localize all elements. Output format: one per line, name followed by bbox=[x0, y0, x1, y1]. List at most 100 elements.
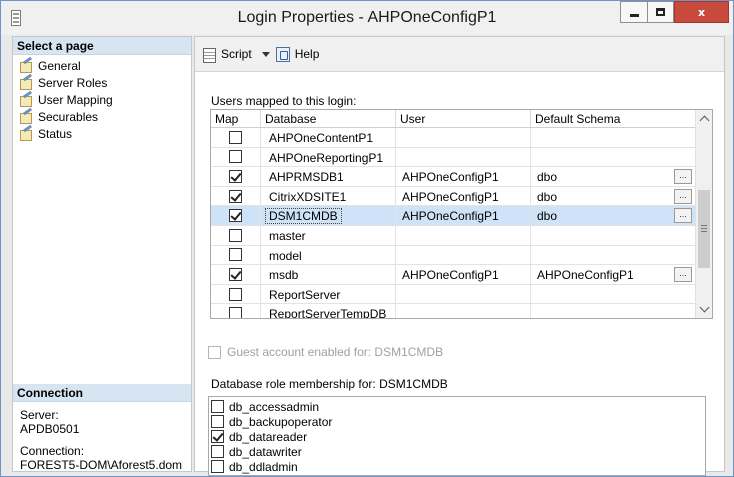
minimize-button[interactable] bbox=[620, 1, 647, 23]
database-cell[interactable]: AHPOneContentP1 bbox=[261, 128, 396, 147]
default-schema-cell[interactable] bbox=[531, 128, 696, 147]
role-checkbox[interactable] bbox=[211, 460, 224, 473]
page-item-status[interactable]: Status bbox=[13, 125, 191, 142]
maximize-button[interactable] bbox=[647, 1, 674, 23]
database-cell[interactable]: model bbox=[261, 245, 396, 265]
close-icon: x bbox=[697, 5, 706, 19]
role-item[interactable]: db_datareader bbox=[209, 429, 705, 444]
role-item[interactable]: db_datawriter bbox=[209, 444, 705, 459]
script-button[interactable]: Script bbox=[202, 47, 252, 63]
login-properties-window: Login Properties - AHPOneConfigP1 x Sele… bbox=[0, 0, 734, 477]
select-page-header: Select a page bbox=[13, 37, 191, 55]
connection-details: Server: APDB0501 Connection: FOREST5-DOM… bbox=[13, 402, 191, 472]
table-row[interactable]: AHPRMSDB1 AHPOneConfigP1 dbo... bbox=[211, 167, 696, 187]
column-header-user[interactable]: User bbox=[396, 110, 531, 127]
map-checkbox[interactable] bbox=[229, 130, 242, 144]
scroll-down-button[interactable] bbox=[696, 301, 712, 318]
script-dropdown-icon[interactable] bbox=[261, 51, 270, 57]
page-item-securables[interactable]: Securables bbox=[13, 108, 191, 125]
database-name: DSM1CMDB bbox=[265, 208, 342, 225]
column-header-default-schema[interactable]: Default Schema bbox=[531, 110, 696, 127]
title-bar[interactable]: Login Properties - AHPOneConfigP1 x bbox=[1, 1, 733, 35]
user-cell[interactable] bbox=[396, 128, 531, 147]
page-item-general[interactable]: General bbox=[13, 57, 191, 74]
table-row[interactable]: ReportServer bbox=[211, 284, 696, 305]
role-checkbox[interactable] bbox=[211, 430, 224, 443]
map-checkbox[interactable] bbox=[229, 267, 242, 281]
database-cell[interactable]: DSM1CMDB bbox=[261, 206, 396, 225]
default-schema-cell[interactable]: dbo... bbox=[531, 186, 696, 206]
database-cell[interactable]: master bbox=[261, 225, 396, 245]
scroll-up-button[interactable] bbox=[696, 110, 712, 127]
page-item-label: General bbox=[38, 58, 81, 73]
map-checkbox[interactable] bbox=[229, 307, 242, 318]
default-schema-cell[interactable] bbox=[531, 284, 696, 304]
database-cell[interactable]: ReportServerTempDB bbox=[261, 304, 396, 319]
column-header-map[interactable]: Map bbox=[211, 110, 261, 127]
scroll-thumb[interactable] bbox=[698, 190, 710, 268]
user-cell[interactable]: AHPOneConfigP1 bbox=[396, 186, 531, 206]
role-item[interactable]: db_backupoperator bbox=[209, 414, 705, 429]
database-cell[interactable]: CitrixXDSITE1 bbox=[261, 186, 396, 206]
database-name: msdb bbox=[269, 268, 299, 283]
map-checkbox[interactable] bbox=[229, 169, 242, 183]
page-item-server-roles[interactable]: Server Roles bbox=[13, 74, 191, 91]
default-schema-cell[interactable] bbox=[531, 147, 696, 167]
map-cell bbox=[211, 245, 261, 265]
map-checkbox[interactable] bbox=[229, 228, 242, 242]
map-checkbox[interactable] bbox=[229, 209, 242, 223]
role-checkbox[interactable] bbox=[211, 445, 224, 458]
role-checkbox[interactable] bbox=[211, 400, 224, 413]
page-wrench-icon bbox=[19, 93, 33, 107]
column-header-database[interactable]: Database bbox=[261, 110, 396, 127]
map-checkbox[interactable] bbox=[229, 150, 242, 164]
role-name: db_backupoperator bbox=[229, 414, 333, 429]
browse-schema-button[interactable]: ... bbox=[674, 267, 692, 283]
map-checkbox[interactable] bbox=[229, 287, 242, 301]
database-cell[interactable]: ReportServer bbox=[261, 284, 396, 304]
role-checkbox[interactable] bbox=[211, 415, 224, 428]
user-cell[interactable] bbox=[396, 225, 531, 245]
database-cell[interactable]: AHPRMSDB1 bbox=[261, 167, 396, 186]
default-schema-value: dbo bbox=[537, 209, 558, 224]
page-item-label: Securables bbox=[38, 109, 99, 124]
browse-schema-button[interactable]: ... bbox=[674, 169, 692, 185]
user-cell[interactable]: AHPOneConfigP1 bbox=[396, 206, 531, 225]
table-row[interactable]: CitrixXDSITE1 AHPOneConfigP1 dbo... bbox=[211, 186, 696, 207]
table-row[interactable]: DSM1CMDB AHPOneConfigP1 dbo... bbox=[211, 206, 696, 226]
table-row[interactable]: ReportServerTempDB bbox=[211, 304, 696, 319]
map-checkbox[interactable] bbox=[229, 189, 242, 203]
database-cell[interactable]: msdb bbox=[261, 265, 396, 284]
user-cell[interactable] bbox=[396, 147, 531, 167]
page-item-user-mapping[interactable]: User Mapping bbox=[13, 91, 191, 108]
user-cell[interactable]: AHPOneConfigP1 bbox=[396, 265, 531, 284]
browse-schema-button[interactable]: ... bbox=[674, 188, 692, 204]
user-cell[interactable]: AHPOneConfigP1 bbox=[396, 167, 531, 186]
default-schema-cell[interactable] bbox=[531, 245, 696, 265]
default-schema-cell[interactable] bbox=[531, 304, 696, 318]
close-button[interactable]: x bbox=[674, 1, 729, 23]
role-item[interactable]: db_ddladmin bbox=[209, 459, 705, 474]
default-schema-cell[interactable]: AHPOneConfigP1... bbox=[531, 265, 696, 284]
help-button[interactable]: Help bbox=[275, 46, 319, 62]
default-schema-cell[interactable]: dbo... bbox=[531, 167, 696, 186]
table-row[interactable]: master bbox=[211, 225, 696, 246]
grid-rows: AHPOneContentP1 AHPOneReportingP1 AHPRMSDB… bbox=[211, 128, 696, 319]
user-cell[interactable] bbox=[396, 245, 531, 265]
role-item[interactable]: db_accessadmin bbox=[209, 399, 705, 414]
table-row[interactable]: msdb AHPOneConfigP1 AHPOneConfigP1... bbox=[211, 265, 696, 285]
browse-schema-button[interactable]: ... bbox=[674, 208, 692, 224]
table-row[interactable]: AHPOneContentP1 bbox=[211, 128, 696, 148]
table-row[interactable]: model bbox=[211, 245, 696, 266]
user-cell[interactable] bbox=[396, 304, 531, 318]
grip-icon bbox=[701, 225, 707, 226]
default-schema-cell[interactable]: dbo... bbox=[531, 206, 696, 225]
user-cell[interactable] bbox=[396, 284, 531, 304]
users-mapped-label: Users mapped to this login: bbox=[211, 94, 357, 108]
table-row[interactable]: AHPOneReportingP1 bbox=[211, 147, 696, 168]
default-schema-cell[interactable] bbox=[531, 225, 696, 245]
database-name: ReportServerTempDB bbox=[269, 307, 387, 319]
database-cell[interactable]: AHPOneReportingP1 bbox=[261, 147, 396, 167]
grid-vertical-scrollbar[interactable] bbox=[695, 110, 712, 318]
map-checkbox[interactable] bbox=[229, 248, 242, 262]
